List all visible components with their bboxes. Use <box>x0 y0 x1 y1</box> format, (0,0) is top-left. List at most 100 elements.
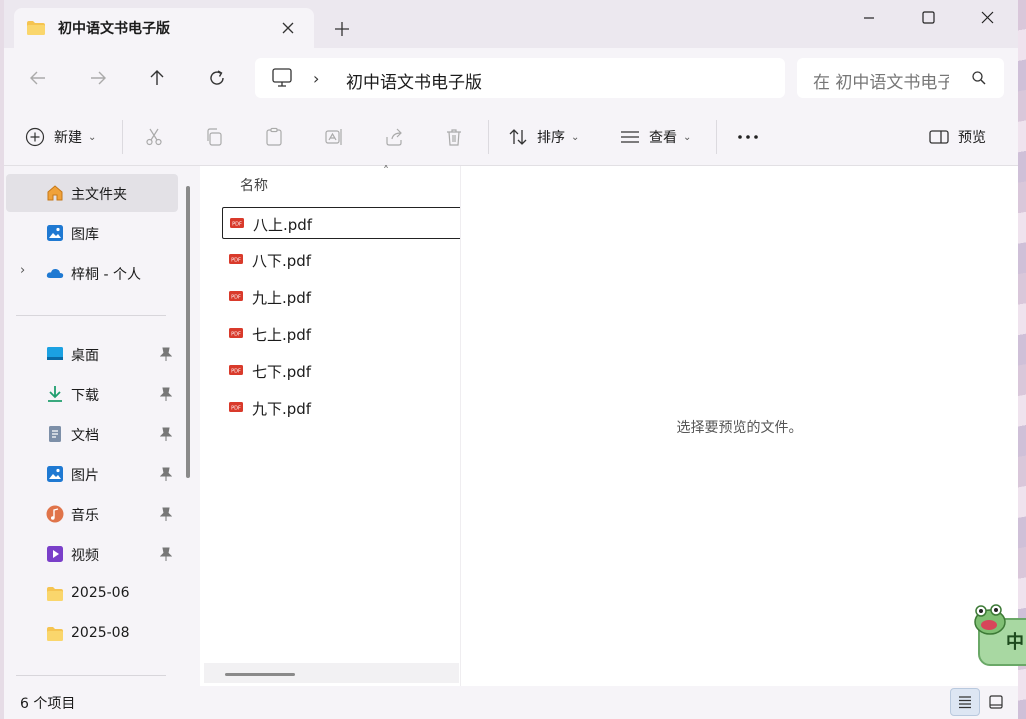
video-icon <box>47 546 63 562</box>
view-label: 查看 <box>649 130 677 146</box>
scissors-icon <box>146 128 162 146</box>
tiles-view-button[interactable] <box>981 688 1011 716</box>
file-name: 八上.pdf <box>253 216 313 234</box>
preview-label: 预览 <box>958 130 986 146</box>
search-input[interactable]: 在 初中语文书电子版中搜索 <box>797 58 1004 98</box>
search-icon <box>972 71 986 85</box>
sidebar-item-label: 图片 <box>71 468 99 484</box>
toolbar-separator <box>122 120 123 154</box>
pin-icon[interactable] <box>160 467 172 481</box>
svg-text:PDF: PDF <box>231 258 241 264</box>
sidebar-item-downloads[interactable]: 下载 <box>6 375 178 413</box>
chevron-right-icon[interactable]: › <box>313 69 319 88</box>
tab-current-folder[interactable]: 初中语文书电子版 <box>14 8 314 48</box>
file-row[interactable]: PDF 七上.pdf <box>222 318 462 350</box>
file-name: 七上.pdf <box>252 326 312 344</box>
sidebar-divider <box>16 675 166 676</box>
forward-button[interactable] <box>83 63 113 93</box>
minimize-icon[interactable] <box>849 4 889 30</box>
sidebar-item-pictures[interactable]: 图片 <box>6 455 178 493</box>
sort-label: 排序 <box>537 130 565 146</box>
view-button[interactable]: 查看 ⌄ <box>620 122 691 152</box>
sidebar-item-folder-2025-06[interactable]: 2025-06 <box>6 575 178 613</box>
gallery-icon <box>47 225 63 241</box>
toolbar-separator <box>488 120 489 154</box>
arrow-right-icon <box>91 71 106 85</box>
sidebar-item-documents[interactable]: 文档 <box>6 415 178 453</box>
breadcrumb-current[interactable]: 初中语文书电子版 <box>346 68 482 93</box>
sidebar-item-desktop[interactable]: 桌面 <box>6 335 178 373</box>
status-bar: 6 个项目 <box>4 686 1018 719</box>
chevron-down-icon: ⌄ <box>88 131 97 143</box>
share-button[interactable] <box>384 122 404 152</box>
file-list: ˄ 名称 PDF 八上.pdf PDF 八下.pdf PDF 九上.pdf PD… <box>201 164 462 686</box>
chevron-down-icon: ⌄ <box>571 131 580 143</box>
file-name: 九上.pdf <box>252 289 312 307</box>
pin-icon[interactable] <box>160 427 172 441</box>
close-window-icon[interactable] <box>967 4 1007 30</box>
delete-button[interactable] <box>444 122 464 152</box>
download-icon <box>48 386 62 402</box>
file-row[interactable]: PDF 七下.pdf <box>222 355 462 387</box>
refresh-button[interactable] <box>202 63 232 93</box>
file-row[interactable]: PDF 九下.pdf <box>222 392 462 424</box>
rename-icon <box>325 129 342 145</box>
cut-button[interactable] <box>144 122 164 152</box>
file-row[interactable]: PDF 八下.pdf <box>222 244 462 276</box>
maximize-icon[interactable] <box>908 4 948 30</box>
pin-icon[interactable] <box>160 347 172 361</box>
file-name: 九下.pdf <box>252 400 312 418</box>
file-row[interactable]: PDF 八上.pdf <box>222 207 462 239</box>
preview-pane-button[interactable]: 预览 <box>929 122 986 152</box>
more-options-button[interactable] <box>737 122 759 152</box>
arrow-up-icon <box>150 70 164 85</box>
details-view-button[interactable] <box>950 688 980 716</box>
pin-icon[interactable] <box>160 507 172 521</box>
item-count: 6 个项目 <box>20 696 76 712</box>
copy-icon <box>207 128 222 146</box>
sidebar-item-label: 桌面 <box>71 348 99 364</box>
sort-button[interactable]: 排序 ⌄ <box>508 122 579 152</box>
rename-button[interactable] <box>324 122 344 152</box>
sidebar-item-label: 图库 <box>71 227 99 243</box>
tab-title: 初中语文书电子版 <box>58 21 170 37</box>
new-tab-icon[interactable] <box>330 17 354 41</box>
sidebar-item-label: 音乐 <box>71 508 99 524</box>
sidebar-item-folder-2025-08[interactable]: 2025-08 <box>6 615 178 653</box>
back-button[interactable] <box>23 63 53 93</box>
paste-button[interactable] <box>264 122 284 152</box>
file-row[interactable]: PDF 九上.pdf <box>222 281 462 313</box>
folder-icon <box>47 627 63 641</box>
up-button[interactable] <box>142 63 172 93</box>
pin-icon[interactable] <box>160 387 172 401</box>
sidebar-item-videos[interactable]: 视频 <box>6 535 178 573</box>
chevron-right-icon[interactable]: › <box>20 263 25 278</box>
close-tab-icon[interactable] <box>276 16 300 40</box>
music-icon <box>46 505 64 523</box>
sidebar-item-label: 2025-06 <box>71 585 130 601</box>
sidebar-item-home[interactable]: 主文件夹 <box>6 174 178 212</box>
sidebar-item-label: 2025-08 <box>71 625 130 641</box>
new-button[interactable]: 新建 ⌄ <box>25 122 96 152</box>
svg-text:PDF: PDF <box>231 295 241 301</box>
svg-text:PDF: PDF <box>231 369 241 375</box>
sidebar-item-label: 下载 <box>71 388 99 404</box>
copy-button[interactable] <box>204 122 224 152</box>
column-header-name[interactable]: ˄ 名称 <box>201 164 459 202</box>
pin-icon[interactable] <box>160 547 172 561</box>
toolbar-separator <box>716 120 717 154</box>
sidebar-item-onedrive[interactable]: › 梓桐 - 个人 <box>6 254 178 292</box>
command-bar: 新建 ⌄ 排序 ⌄ 查看 ⌄ 预览 <box>4 108 1018 166</box>
sort-icon <box>509 129 527 145</box>
horizontal-scroll-thumb[interactable] <box>225 673 295 676</box>
svg-text:PDF: PDF <box>231 406 241 412</box>
details-view-icon <box>959 696 971 709</box>
plus-circle-icon <box>25 127 45 147</box>
sidebar-item-music[interactable]: 音乐 <box>6 495 178 533</box>
trash-icon <box>447 129 461 146</box>
sidebar-scrollbar[interactable] <box>186 186 190 478</box>
ime-floating-widget[interactable]: 中 <box>970 600 1026 668</box>
sidebar-item-gallery[interactable]: 图库 <box>6 214 178 252</box>
pdf-file-icon: PDF <box>230 218 244 228</box>
address-bar[interactable]: › 初中语文书电子版 <box>255 58 785 98</box>
